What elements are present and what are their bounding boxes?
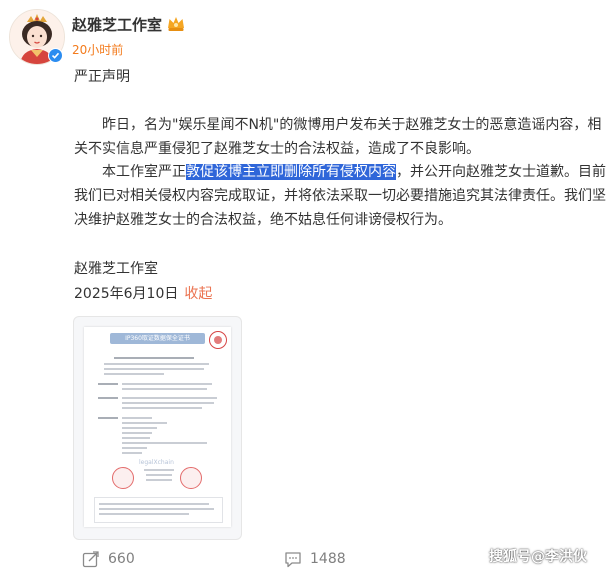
post-paragraph-2: 本工作室严正敦促该博主立即删除所有侵权内容，并公开向赵雅芝女士道歉。目前我们已对… [74, 160, 609, 232]
paragraph-2-text-before: 本工作室严正 [102, 164, 186, 180]
comment-icon [285, 552, 301, 568]
selected-text-highlight[interactable]: 敦促该博主立即删除所有侵权内容 [186, 164, 396, 180]
weibo-post: 赵雅芝工作室 20小时前 严正声明 昨日，名为"娱乐星闻不N机"的微博用户发布关… [0, 0, 615, 575]
share-icon [82, 551, 99, 568]
member-crown-icon[interactable] [166, 15, 186, 33]
comment-button[interactable]: 1488 [284, 548, 346, 570]
certificate-image-thumbnail[interactable]: IP360取证数据保全证书 legalXchain [73, 316, 242, 540]
share-count: 660 [108, 551, 135, 567]
certificate-seal-icon [180, 467, 202, 489]
post-date-line: 2025年6月10日 收起 [74, 282, 212, 306]
paragraph-1-text: 昨日，名为"娱乐星闻不N机"的微博用户发布关于赵雅芝女士的恶意造谣内容，相关不实… [74, 117, 602, 157]
post-time[interactable]: 20小时前 [72, 41, 123, 58]
certificate-brand: legalXchain [139, 459, 174, 466]
source-watermark: 搜狐号@李洪伙 [489, 549, 587, 565]
certificate-footer [94, 497, 223, 523]
post-paragraph-1: 昨日，名为"娱乐星闻不N机"的微博用户发布关于赵雅芝女士的恶意造谣内容，相关不实… [74, 113, 609, 161]
certificate-paper: IP360取证数据保全证书 legalXchain [84, 327, 231, 527]
verified-badge-icon [48, 48, 63, 63]
certificate-title: IP360取证数据保全证书 [110, 333, 205, 344]
share-button[interactable]: 660 [82, 548, 135, 570]
comment-count: 1488 [310, 551, 346, 567]
collapse-link[interactable]: 收起 [184, 286, 212, 302]
author-name[interactable]: 赵雅芝工作室 [72, 14, 162, 35]
post-heading: 严正声明 [74, 69, 130, 85]
post-signature: 赵雅芝工作室 [74, 261, 158, 277]
certificate-stamp-icon [112, 467, 134, 489]
certificate-logo-icon [209, 331, 227, 349]
post-date: 2025年6月10日 [74, 286, 179, 302]
